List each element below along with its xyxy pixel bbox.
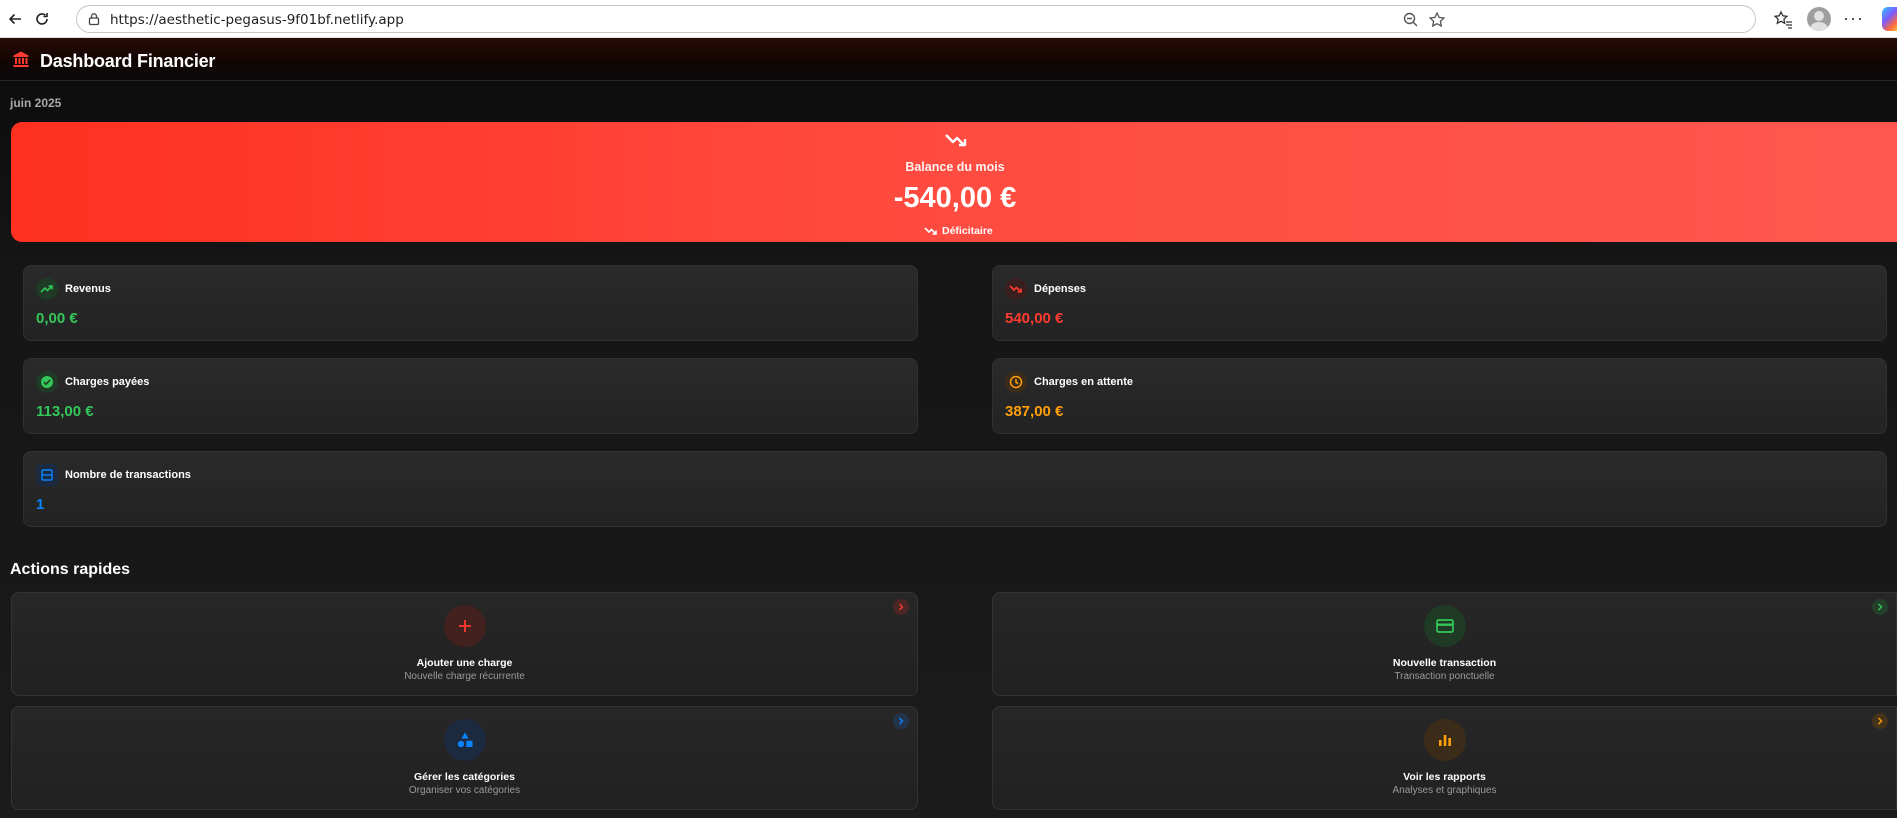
back-arrow-icon[interactable] (2, 7, 28, 31)
check-circle-icon (36, 371, 58, 393)
stat-value: 113,00 € (36, 403, 94, 420)
zoom-out-icon[interactable] (1402, 11, 1420, 29)
stat-card-transactions: Nombre de transactions 1 (23, 451, 1887, 527)
browser-toolbar: https://aesthetic-pegasus-9f01bf.netlify… (0, 0, 1897, 38)
balance-status-text: Déficitaire (942, 225, 993, 237)
chevron-right-icon (893, 599, 909, 615)
trending-down-icon (1005, 278, 1027, 300)
stat-card-charges-attente: Charges en attente 387,00 € (992, 358, 1887, 434)
stat-label: Charges payées (65, 376, 150, 388)
balance-label: Balance du mois (905, 160, 1005, 174)
chevron-right-icon (1872, 599, 1888, 615)
stat-value: 1 (36, 496, 45, 513)
clock-icon (1005, 371, 1027, 393)
site-info-icon[interactable] (87, 12, 101, 26)
chevron-right-icon (1872, 713, 1888, 729)
stat-card-revenus: Revenus 0,00 € (23, 265, 918, 341)
plus-icon (443, 605, 486, 647)
stat-label: Charges en attente (1034, 376, 1134, 388)
trending-down-small-icon (924, 227, 937, 235)
current-period: juin 2025 (10, 96, 62, 110)
shapes-icon (443, 719, 486, 761)
list-icon (36, 464, 58, 486)
action-title: Ajouter une charge (416, 657, 513, 669)
bar-chart-icon (1423, 719, 1466, 761)
app-header: Dashboard Financier (0, 38, 1897, 81)
action-add-charge[interactable]: Ajouter une charge Nouvelle charge récur… (11, 592, 918, 696)
app-title: Dashboard Financier (40, 51, 216, 71)
stat-label: Nombre de transactions (65, 469, 191, 481)
action-subtitle: Nouvelle charge récurrente (404, 671, 525, 682)
action-manage-categories[interactable]: Gérer les catégories Organiser vos catég… (11, 706, 918, 810)
action-view-reports[interactable]: Voir les rapports Analyses et graphiques (992, 706, 1897, 810)
stat-value: 387,00 € (1005, 403, 1064, 420)
action-subtitle: Organiser vos catégories (408, 785, 521, 796)
stat-value: 540,00 € (1005, 310, 1064, 327)
bank-icon (13, 51, 29, 67)
action-subtitle: Transaction ponctuelle (1394, 671, 1495, 682)
url-text[interactable]: https://aesthetic-pegasus-9f01bf.netlify… (110, 12, 404, 28)
favorite-star-icon[interactable] (1428, 11, 1446, 29)
stat-label: Dépenses (1034, 283, 1086, 295)
action-title: Voir les rapports (1403, 771, 1486, 783)
trending-down-icon (945, 134, 967, 147)
stat-label: Revenus (65, 283, 111, 295)
balance-status: Déficitaire (924, 224, 993, 238)
more-options-icon[interactable]: ··· (1843, 8, 1864, 29)
address-bar[interactable]: https://aesthetic-pegasus-9f01bf.netlify… (76, 5, 1756, 33)
reload-icon[interactable] (29, 7, 55, 31)
action-new-transaction[interactable]: Nouvelle transaction Transaction ponctue… (992, 592, 1897, 696)
copilot-icon[interactable] (1882, 7, 1897, 31)
stat-card-depenses: Dépenses 540,00 € (992, 265, 1887, 341)
trending-up-icon (36, 278, 58, 300)
profile-avatar[interactable] (1807, 7, 1831, 31)
action-subtitle: Analyses et graphiques (1392, 785, 1497, 796)
stat-value: 0,00 € (36, 310, 78, 327)
stat-card-charges-payees: Charges payées 113,00 € (23, 358, 918, 434)
action-title: Gérer les catégories (414, 771, 515, 783)
favorites-icon[interactable] (1772, 9, 1794, 31)
chevron-right-icon (893, 713, 909, 729)
quick-actions-title: Actions rapides (10, 561, 131, 578)
balance-value: -540,00 € (893, 182, 1017, 214)
card-icon (1423, 605, 1466, 647)
action-title: Nouvelle transaction (1392, 657, 1497, 669)
